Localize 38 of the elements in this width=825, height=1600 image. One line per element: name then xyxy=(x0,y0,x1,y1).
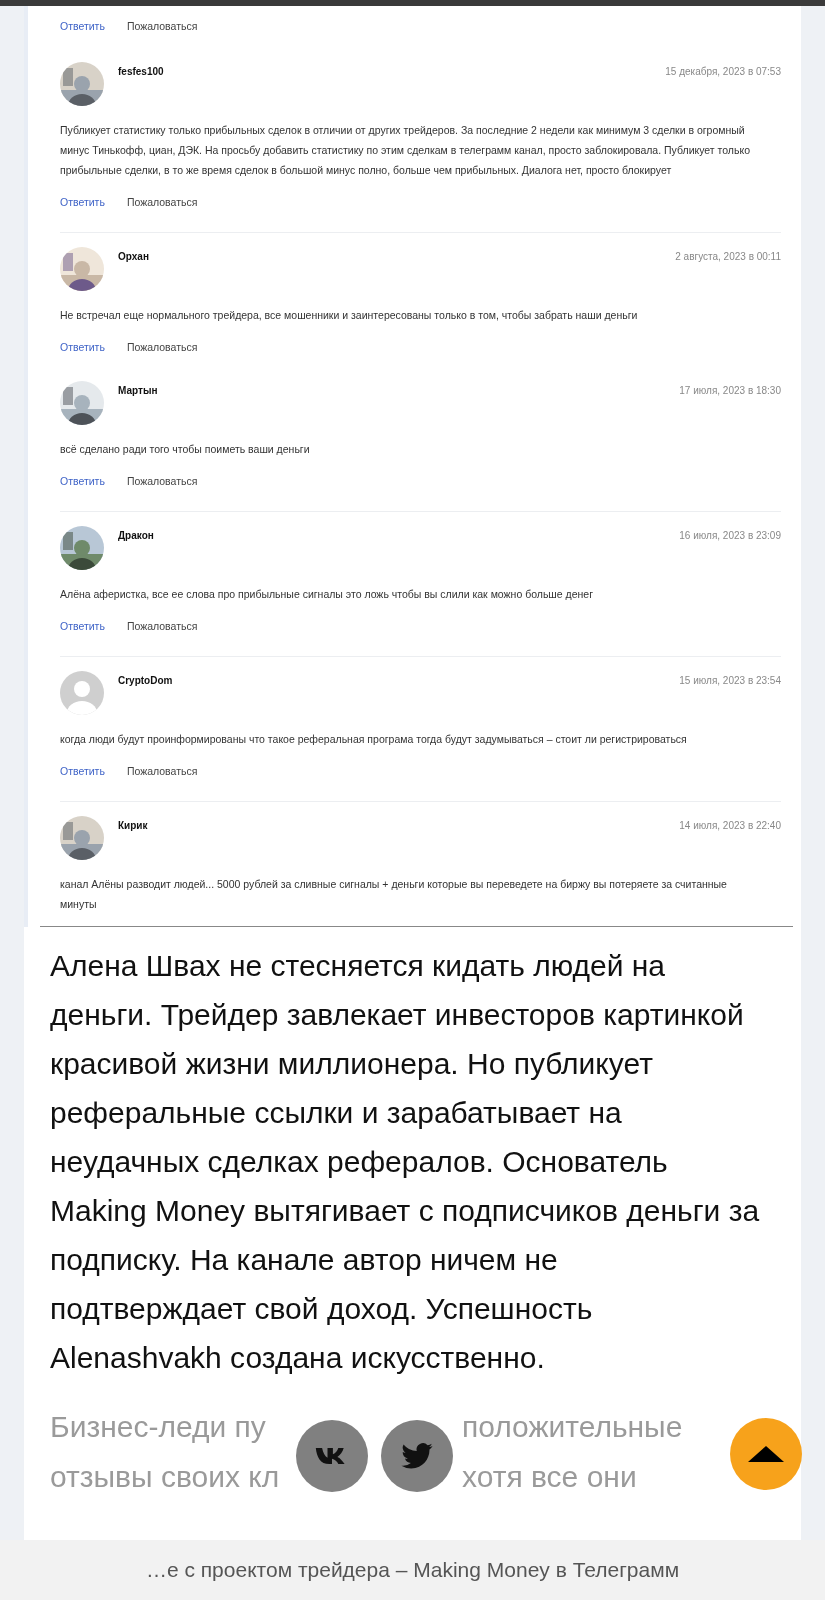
report-link[interactable]: Пожаловаться xyxy=(126,341,198,353)
report-link[interactable]: Пожаловаться xyxy=(126,475,198,487)
comment-author: Мартын xyxy=(118,384,158,396)
report-link[interactable]: Пожаловаться xyxy=(126,765,198,777)
article-paragraph: Алена Швах не стесняется кидать людей на деньги. Трейдер завлекает инвесторов картинкой красивой жизни миллионера. Но публикует реферальные ссылки и зарабатывает на неудачных сделках рефералов. Основатель Making Money вытягивает с подписчиков деньги за подписку. На канале автор ничем не подтверждает свой доход. Успешность Alenashvakh создана искусственно. xyxy=(24,927,801,1396)
comment-author: Орхан xyxy=(118,250,149,262)
comment-text: когда люди будут проинформированы что такое реферальная програма тогда будут задумываться – стоит ли регистрироваться xyxy=(60,732,688,747)
triangle-up-icon xyxy=(746,1444,786,1464)
reply-link[interactable]: Ответить xyxy=(60,475,105,487)
faded-text: хотя все они xyxy=(462,1459,637,1495)
reply-link[interactable]: Ответить xyxy=(60,341,105,353)
comment-date: 17 июля, 2023 в 18:30 xyxy=(679,384,781,396)
bottom-bar-title: …е с проектом трейдера – Making Money в Телеграмм xyxy=(145,1558,680,1582)
reply-link[interactable]: Ответить xyxy=(60,765,105,777)
comment-text: всё сделано ради того чтобы поиметь ваши деньги xyxy=(60,442,311,457)
comment-date: 14 июля, 2023 в 22:40 xyxy=(679,819,781,831)
comment-date: 15 июля, 2023 в 23:54 xyxy=(679,674,781,686)
comment-text: канал Алёны разводит людей... 5000 рублей за сливные сигналы + деньги которые вы переведете на биржу вы потеряете за считанные минуты xyxy=(60,877,728,912)
reply-link[interactable]: Ответить xyxy=(60,20,105,32)
faded-text: отзывы своих кл xyxy=(50,1459,281,1495)
comment-text: Не встречал еще нормального трейдера, все мошенники и заинтересованы только в том, чтобы забрать наши деньги xyxy=(60,308,639,323)
comment-author: fesfes100 xyxy=(118,65,164,77)
reply-link[interactable]: Ответить xyxy=(60,620,105,632)
comment-text: Алёна аферистка, все ее слова про прибыльные сигналы это ложь чтобы вы слили как можно больше денег xyxy=(60,587,594,602)
faded-text: положительные xyxy=(462,1409,683,1445)
comment-date: 2 августа, 2023 в 00:11 xyxy=(675,250,781,262)
avatar-icon xyxy=(60,671,104,715)
comment-date: 16 июля, 2023 в 23:09 xyxy=(679,529,781,541)
comment-author: Дракон xyxy=(118,529,154,541)
faded-text: Бизнес-леди пу xyxy=(50,1409,267,1445)
report-link[interactable]: Пожаловаться xyxy=(126,196,198,208)
report-link[interactable]: Пожаловаться xyxy=(126,20,198,32)
reply-link[interactable]: Ответить xyxy=(60,196,105,208)
comment-date: 15 декабря, 2023 в 07:53 xyxy=(665,65,781,77)
report-link[interactable]: Пожаловаться xyxy=(126,620,198,632)
comment-author: CryptoDom xyxy=(118,674,173,686)
comment-author: Кирик xyxy=(118,819,148,831)
comment-text: Публикует статистику только прибыльных сделок в отличии от других трейдеров. За последние 2 недели как минимум 3 сделки в огромный минус Тинькофф, циан, ДЭК. На просьбу добавить статистику по этим сделкам в телеграмм канал, просто заблокировала. Публикует только прибыльные сделки, в то же время сделок в большой минус полно, больше чем прибыльных. Диалога нет, просто блокирует xyxy=(60,123,751,178)
